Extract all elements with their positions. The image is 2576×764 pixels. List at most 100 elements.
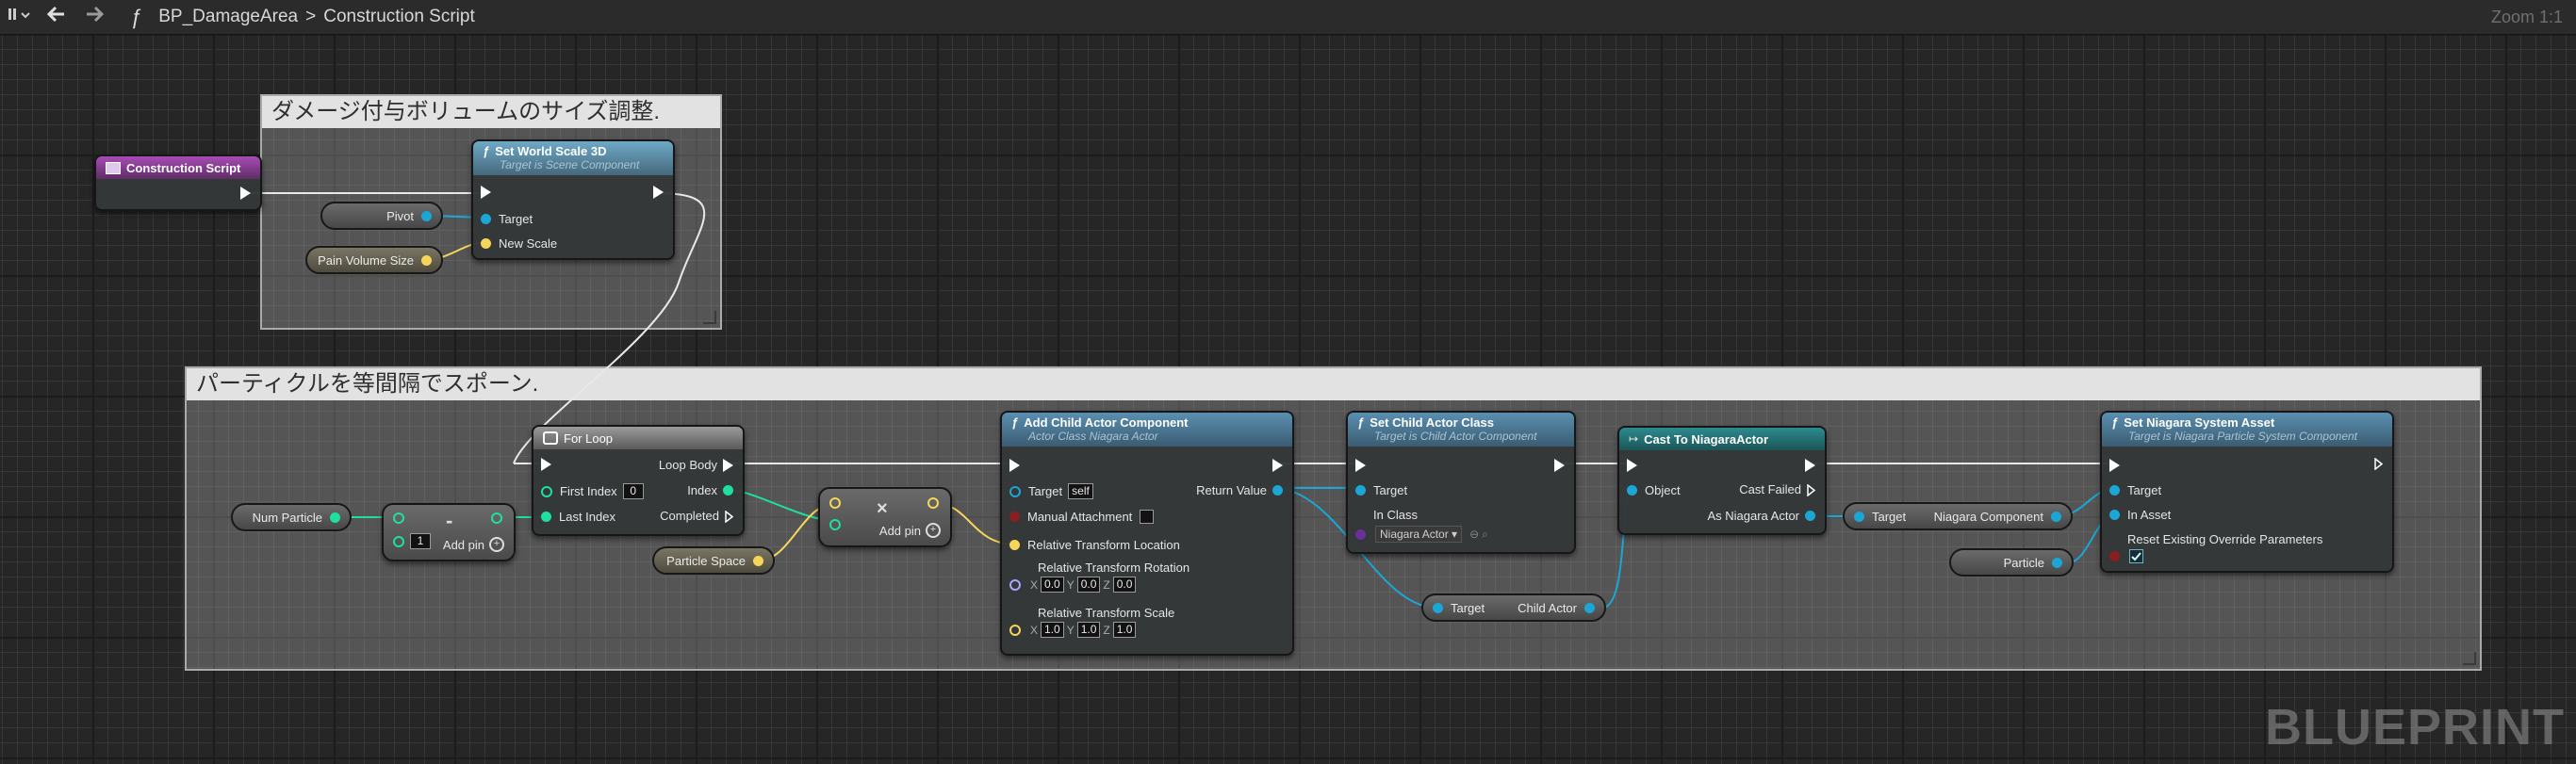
target-pin[interactable]: Target xyxy=(481,212,533,226)
exec-out-pin[interactable] xyxy=(240,187,251,200)
resize-handle[interactable] xyxy=(703,311,716,324)
exec-out-pin[interactable] xyxy=(653,186,664,199)
relative-rotation-label: Relative Transform Rotation xyxy=(1009,561,1190,575)
exec-out-pin[interactable] xyxy=(1805,459,1815,472)
class-select-value: Niagara Actor xyxy=(1380,528,1449,541)
breadcrumb-blueprint[interactable]: BP_DamageArea xyxy=(158,7,298,27)
add-child-actor-component-node[interactable]: ƒ Add Child Actor Component Actor Class N… xyxy=(1000,411,1294,656)
manual-attachment-pin[interactable]: Manual Attachment xyxy=(1009,510,1155,524)
scale-x-field[interactable]: 1.0 xyxy=(1041,622,1064,638)
first-index-pin[interactable]: First Index 0 xyxy=(541,483,644,499)
niagara-component-pin[interactable] xyxy=(2051,511,2061,522)
value-box[interactable]: 1 xyxy=(410,533,431,549)
for-loop-node[interactable]: For Loop Loop Body First Index 0 Index La… xyxy=(532,425,745,536)
output-pin[interactable] xyxy=(491,512,502,524)
input-b-pin[interactable]: 1 xyxy=(393,533,431,549)
exec-out-pin[interactable] xyxy=(2374,458,2384,470)
graph-menu-button[interactable] xyxy=(0,0,38,34)
function-icon: ƒ xyxy=(130,5,142,28)
multiply-node[interactable]: × Add pin + xyxy=(818,487,952,547)
x-label: X xyxy=(1030,577,1039,592)
input-a-pin[interactable] xyxy=(829,497,841,509)
add-pin-button[interactable]: Add pin + xyxy=(879,523,941,538)
return-value-pin[interactable]: Return Value xyxy=(1196,483,1283,497)
exec-in-pin[interactable] xyxy=(2109,459,2120,472)
construction-script-node[interactable]: Construction Script xyxy=(94,154,262,211)
set-niagara-system-asset-node[interactable]: ƒ Set Niagara System Asset Target is Niag… xyxy=(2100,411,2394,573)
set-child-actor-class-node[interactable]: ƒ Set Child Actor Class Target is Child A… xyxy=(1346,411,1576,554)
set-world-scale-3d-node[interactable]: ƒ Set World Scale 3D Target is Scene Comp… xyxy=(471,139,675,260)
object-pin[interactable] xyxy=(421,210,432,221)
num-particle-variable-node[interactable]: Num Particle xyxy=(231,503,352,531)
resize-handle[interactable] xyxy=(2463,652,2476,665)
object-pin[interactable] xyxy=(2052,557,2062,568)
target-pin[interactable] xyxy=(1433,602,1443,613)
forward-button[interactable] xyxy=(75,0,113,34)
last-index-pin[interactable]: Last Index xyxy=(541,510,615,524)
exec-out-pin[interactable] xyxy=(1272,459,1283,472)
reset-override-pin[interactable] xyxy=(2109,549,2143,563)
pin-label: Target xyxy=(1028,484,1063,498)
class-select[interactable]: Niagara Actor ▾ xyxy=(1375,526,1463,543)
rotation-z-field[interactable]: 0.0 xyxy=(1112,577,1137,593)
int-pin[interactable] xyxy=(330,512,340,523)
back-button[interactable] xyxy=(38,0,75,34)
particle-variable-node[interactable]: Particle xyxy=(1949,548,2074,577)
relative-rotation-pin[interactable]: X 0.0 Y 0.0 Z 0.0 xyxy=(1009,577,1137,593)
exec-out-pin[interactable] xyxy=(1554,459,1565,472)
in-asset-pin[interactable]: In Asset xyxy=(2109,508,2171,522)
arrow-right-icon xyxy=(85,6,105,28)
scale-z-field[interactable]: 1.0 xyxy=(1112,622,1137,638)
value-box[interactable]: 0 xyxy=(622,483,644,499)
input-b-pin[interactable] xyxy=(829,519,841,530)
x-label: X xyxy=(1030,623,1039,637)
reset-override-label: Reset Existing Override Parameters xyxy=(2109,532,2322,546)
comment-title[interactable]: ダメージ付与ボリュームのサイズ調整. xyxy=(262,96,720,128)
relative-location-pin[interactable]: Relative Transform Location xyxy=(1009,538,1180,552)
vector-pin[interactable] xyxy=(753,555,763,566)
comment-title[interactable]: パーティクルを等間隔でスポーン. xyxy=(187,368,2480,400)
manual-attachment-checkbox[interactable] xyxy=(1140,510,1155,524)
rotation-y-field[interactable]: 0.0 xyxy=(1076,577,1101,593)
target-pin[interactable]: Target self xyxy=(1009,483,1093,499)
completed-pin[interactable]: Completed xyxy=(660,509,734,523)
exec-in-pin[interactable] xyxy=(1355,459,1366,472)
object-pin[interactable]: Object xyxy=(1627,483,1681,497)
exec-in-pin[interactable] xyxy=(1627,459,1637,472)
exec-in-pin[interactable] xyxy=(1009,459,1020,472)
get-niagara-component-node[interactable]: Target Niagara Component xyxy=(1843,502,2073,530)
exec-in-pin[interactable] xyxy=(541,458,551,471)
new-scale-pin[interactable]: New Scale xyxy=(481,236,557,251)
relative-scale-pin[interactable]: X 1.0 Y 1.0 Z 1.0 xyxy=(1009,622,1137,638)
pain-volume-size-variable-node[interactable]: Pain Volume Size xyxy=(305,246,443,274)
output-pin[interactable] xyxy=(927,497,939,509)
breadcrumb-graph[interactable]: Construction Script xyxy=(323,7,475,27)
cast-to-niagara-actor-node[interactable]: ↦ Cast To NiagaraActor Object Cast Faile… xyxy=(1617,426,1827,535)
target-pin[interactable]: Target xyxy=(1355,483,1407,497)
input-a-pin[interactable] xyxy=(393,512,404,524)
scale-y-field[interactable]: 1.0 xyxy=(1076,622,1101,638)
target-pin[interactable]: Target xyxy=(2109,483,2161,497)
reset-override-checkbox[interactable] xyxy=(2129,549,2143,563)
node-label: Pivot xyxy=(386,208,414,223)
loop-icon xyxy=(543,431,558,445)
get-child-actor-node[interactable]: Target Child Actor xyxy=(1421,593,1606,622)
particle-space-variable-node[interactable]: Particle Space xyxy=(652,546,775,575)
search-icon[interactable]: ⌕ xyxy=(1482,528,1488,542)
index-pin[interactable]: Index xyxy=(687,483,733,497)
exec-in-pin[interactable] xyxy=(481,186,491,199)
loop-body-pin[interactable]: Loop Body xyxy=(659,458,733,472)
vector-pin[interactable] xyxy=(421,254,432,266)
rotation-x-field[interactable]: 0.0 xyxy=(1041,577,1064,593)
add-pin-button[interactable]: Add pin + xyxy=(443,537,504,552)
pin-label: Niagara Component xyxy=(1933,509,2043,524)
pin-label: New Scale xyxy=(499,236,558,251)
subtract-node[interactable]: 1 - Add pin + xyxy=(382,503,516,561)
target-pin[interactable] xyxy=(1854,511,1864,522)
pivot-variable-node[interactable]: Pivot xyxy=(320,202,443,230)
cast-failed-pin[interactable]: Cast Failed xyxy=(1739,482,1816,496)
child-actor-pin[interactable] xyxy=(1584,602,1595,613)
as-niagara-actor-pin[interactable]: As Niagara Actor xyxy=(1707,509,1815,523)
in-class-pin[interactable]: Niagara Actor ▾ ⊖ ⌕ xyxy=(1355,526,1488,543)
browse-back-icon[interactable]: ⊖ xyxy=(1469,528,1479,541)
